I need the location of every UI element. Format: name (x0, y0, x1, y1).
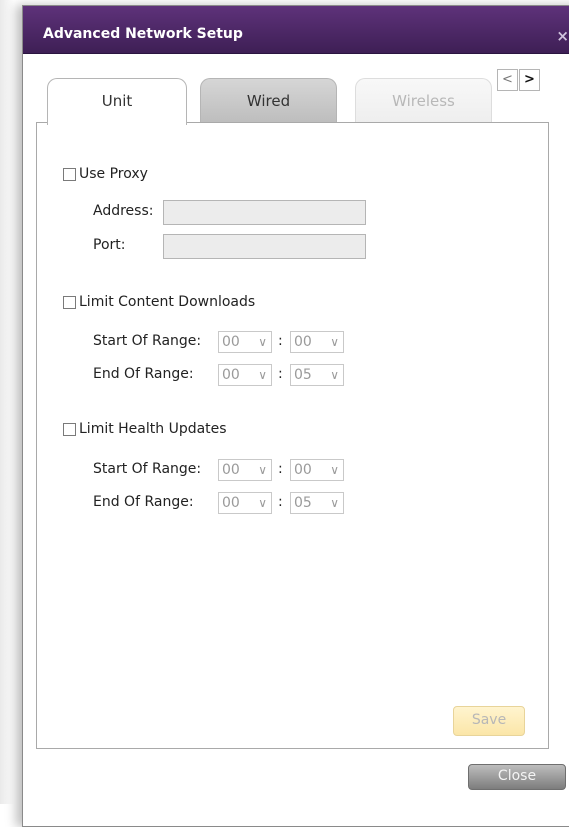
address-input[interactable] (163, 200, 366, 225)
port-input[interactable] (163, 234, 366, 259)
tab-scroll-left-button[interactable]: < (497, 69, 518, 91)
limit-health-updates-label: Limit Health Updates (79, 421, 227, 437)
content-start-hour-select[interactable]: 00 ∨ (218, 331, 272, 353)
use-proxy-row: Use Proxy (63, 166, 148, 182)
chevron-down-icon: ∨ (330, 463, 339, 477)
unit-tab-panel: Use Proxy Address: Port: Limit Content D… (36, 122, 549, 749)
content-start-hour-value: 00 (222, 334, 240, 350)
port-label: Port: (93, 237, 126, 253)
limit-health-updates-checkbox[interactable] (63, 422, 76, 436)
health-end-hour-select[interactable]: 00 ∨ (218, 492, 272, 514)
limit-content-downloads-row: Limit Content Downloads (63, 294, 255, 310)
health-end-minute-value: 05 (294, 495, 312, 511)
chevron-down-icon: ∨ (258, 463, 267, 477)
use-proxy-label: Use Proxy (79, 166, 148, 182)
dialog-titlebar: Advanced Network Setup × (23, 6, 569, 54)
close-icon[interactable]: × (556, 27, 569, 45)
health-start-minute-select[interactable]: 00 ∨ (290, 459, 344, 481)
health-start-of-range-label: Start Of Range: (93, 461, 202, 477)
chevron-down-icon: ∨ (330, 368, 339, 382)
content-end-hour-value: 00 (222, 367, 240, 383)
chevron-down-icon: ∨ (258, 496, 267, 510)
tab-wired[interactable]: Wired (200, 78, 337, 123)
tab-scroll-right-button[interactable]: > (519, 69, 540, 91)
content-end-minute-select[interactable]: 05 ∨ (290, 364, 344, 386)
time-separator: : (278, 494, 283, 510)
content-end-hour-select[interactable]: 00 ∨ (218, 364, 272, 386)
dialog-title: Advanced Network Setup (43, 26, 243, 42)
content-start-minute-value: 00 (294, 334, 312, 350)
save-button[interactable]: Save (453, 706, 525, 736)
chevron-down-icon: ∨ (258, 335, 267, 349)
health-start-minute-value: 00 (294, 462, 312, 478)
content-end-minute-value: 05 (294, 367, 312, 383)
background-shadow (0, 0, 14, 804)
close-button[interactable]: Close (468, 764, 566, 790)
use-proxy-checkbox[interactable] (63, 167, 76, 181)
health-end-of-range-label: End Of Range: (93, 494, 194, 510)
chevron-down-icon: ∨ (330, 496, 339, 510)
address-label: Address: (93, 203, 154, 219)
limit-content-downloads-label: Limit Content Downloads (79, 294, 256, 310)
content-start-of-range-label: Start Of Range: (93, 333, 202, 349)
content-end-of-range-label: End Of Range: (93, 366, 194, 382)
health-start-hour-select[interactable]: 00 ∨ (218, 459, 272, 481)
limit-health-updates-row: Limit Health Updates (63, 421, 227, 437)
time-separator: : (278, 333, 283, 349)
chevron-down-icon: ∨ (330, 335, 339, 349)
chevron-down-icon: ∨ (258, 368, 267, 382)
health-start-hour-value: 00 (222, 462, 240, 478)
time-separator: : (278, 366, 283, 382)
tab-wireless: Wireless (355, 78, 492, 123)
limit-content-downloads-checkbox[interactable] (63, 295, 76, 309)
advanced-network-setup-dialog: Advanced Network Setup × Unit Wired Wire… (22, 5, 569, 827)
time-separator: : (278, 461, 283, 477)
content-start-minute-select[interactable]: 00 ∨ (290, 331, 344, 353)
tab-unit[interactable]: Unit (47, 78, 187, 125)
health-end-minute-select[interactable]: 05 ∨ (290, 492, 344, 514)
health-end-hour-value: 00 (222, 495, 240, 511)
